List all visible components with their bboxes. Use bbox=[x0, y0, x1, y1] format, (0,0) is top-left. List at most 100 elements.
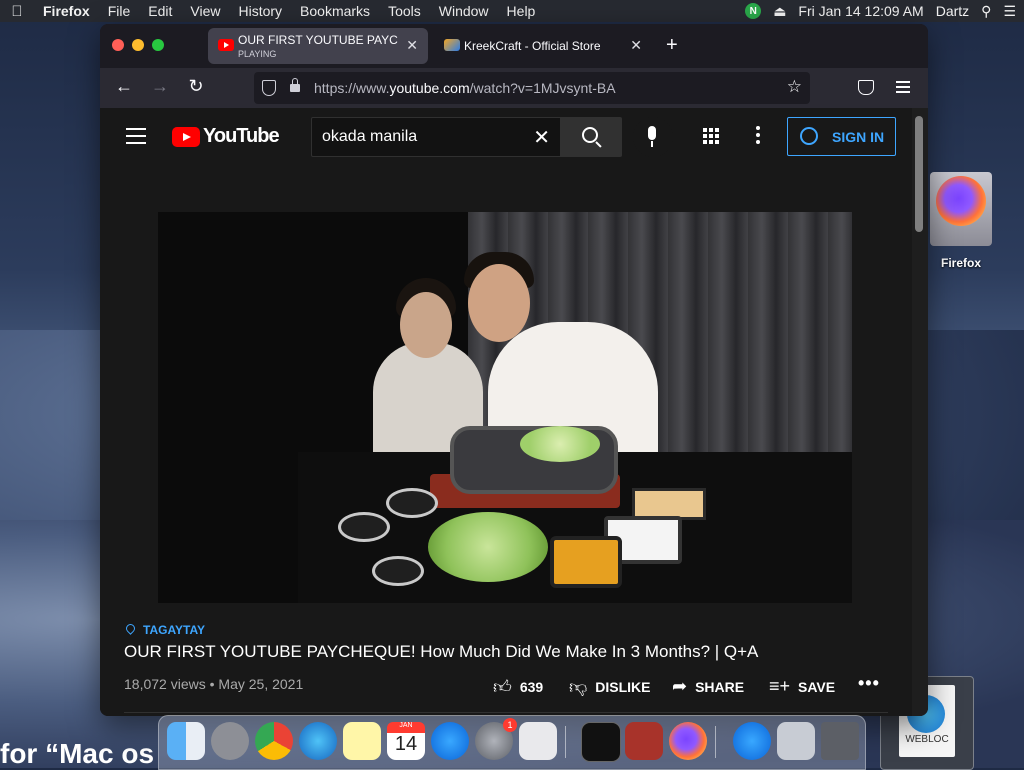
firefox-window: OUR FIRST YOUTUBE PAYCHEQUE! How Much Di… bbox=[100, 24, 928, 716]
lock-icon[interactable] bbox=[290, 78, 300, 92]
search-icon bbox=[582, 127, 598, 143]
youtube-wordmark: YouTube bbox=[203, 125, 280, 147]
more-actions-icon[interactable]: ••• bbox=[858, 673, 880, 694]
thumbs-down-icon: 👎︎ bbox=[569, 677, 588, 697]
minimize-window-button[interactable] bbox=[132, 39, 144, 51]
menu-clock[interactable]: Fri Jan 14 12:09 AM bbox=[798, 3, 923, 19]
thumbs-up-icon: 👍︎ bbox=[493, 677, 512, 697]
disk-icon bbox=[930, 172, 992, 246]
calendar-icon[interactable]: JAN 14 bbox=[387, 722, 425, 760]
tab-title: OUR FIRST YOUTUBE PAYCHEQUE! How Much Di… bbox=[238, 33, 398, 47]
like-button[interactable]: 👍︎ 639 bbox=[493, 676, 543, 698]
share-arrow-icon: ➦ bbox=[672, 676, 688, 696]
video-player[interactable] bbox=[158, 212, 852, 603]
menu-tools[interactable]: Tools bbox=[379, 3, 430, 19]
close-tab-icon[interactable]: ✕ bbox=[406, 37, 418, 54]
notes-icon[interactable] bbox=[343, 722, 381, 760]
video-head-left bbox=[400, 292, 452, 358]
menu-bar-status: N ⏏ Fri Jan 14 12:09 AM Dartz ⚲ ☰ bbox=[745, 0, 1016, 22]
search-input[interactable]: okada manila ✕ bbox=[311, 117, 561, 157]
tab-kreekcraft[interactable]: KreekCraft - Official Store ✕ bbox=[434, 28, 652, 64]
navigation-toolbar: ← → ↻ https://www.youtube.com/watch?v=1M… bbox=[100, 68, 928, 108]
video-lettuce bbox=[428, 512, 548, 582]
clear-search-icon[interactable]: ✕ bbox=[533, 125, 550, 150]
chrome-icon[interactable] bbox=[255, 722, 293, 760]
youtube-logo[interactable]: YouTube bbox=[172, 125, 280, 148]
save-button[interactable]: ≡+ SAVE bbox=[769, 676, 835, 697]
app-store-download-icon[interactable] bbox=[733, 722, 771, 760]
menu-history[interactable]: History bbox=[229, 3, 291, 19]
video-bowl bbox=[372, 556, 424, 586]
n-status-icon[interactable]: N bbox=[745, 3, 762, 19]
downloads-folder-icon[interactable] bbox=[777, 722, 815, 760]
menu-user[interactable]: Dartz bbox=[936, 3, 969, 19]
back-arrow-icon[interactable]: ← bbox=[112, 76, 136, 97]
terminal-icon[interactable] bbox=[581, 722, 621, 762]
reload-icon[interactable]: ↻ bbox=[184, 76, 208, 97]
search-query: okada manila bbox=[322, 128, 418, 145]
url-bar[interactable]: https://www.youtube.com/watch?v=1MJvsynt… bbox=[254, 72, 810, 104]
spotlight-search-icon[interactable]: ⚲ bbox=[981, 3, 991, 20]
kreekcraft-favicon-icon bbox=[444, 39, 460, 51]
url-domain: youtube.com bbox=[389, 80, 470, 96]
search-button[interactable] bbox=[560, 117, 622, 157]
launchpad-icon[interactable] bbox=[211, 722, 249, 760]
app-menu-icon[interactable] bbox=[896, 81, 910, 96]
save-label: SAVE bbox=[798, 678, 836, 695]
pocket-icon[interactable] bbox=[858, 80, 874, 95]
video-title: OUR FIRST YOUTUBE PAYCHEQUE! How Much Di… bbox=[124, 642, 759, 661]
sign-in-button[interactable]: SIGN IN bbox=[787, 117, 896, 156]
sign-in-label: SIGN IN bbox=[832, 129, 885, 145]
safari-icon[interactable] bbox=[299, 722, 337, 760]
app-store-icon[interactable] bbox=[431, 722, 469, 760]
control-center-icon[interactable]: ☰ bbox=[1003, 3, 1016, 20]
menu-view[interactable]: View bbox=[181, 3, 229, 19]
roblox-icon[interactable] bbox=[519, 722, 557, 760]
finder-icon[interactable] bbox=[167, 722, 205, 760]
menu-bar:  Firefox File Edit View History Bookmar… bbox=[0, 0, 1024, 22]
close-tab-icon[interactable]: ✕ bbox=[630, 37, 642, 54]
url-text[interactable]: https://www.youtube.com/watch?v=1MJvsynt… bbox=[314, 80, 616, 96]
menu-help[interactable]: Help bbox=[498, 3, 545, 19]
menu-window[interactable]: Window bbox=[430, 3, 498, 19]
calendar-day: 14 bbox=[394, 733, 418, 755]
url-prefix: https://www. bbox=[314, 80, 390, 96]
firefox-logo-icon bbox=[936, 176, 986, 226]
settings-more-icon[interactable] bbox=[756, 126, 760, 147]
menu-bookmarks[interactable]: Bookmarks bbox=[291, 3, 379, 19]
firefox-dock-icon[interactable] bbox=[669, 722, 707, 760]
photo-booth-icon[interactable] bbox=[625, 722, 663, 760]
apple-menu-icon[interactable]:  bbox=[0, 3, 34, 20]
tab-youtube[interactable]: OUR FIRST YOUTUBE PAYCHEQUE! How Much Di… bbox=[208, 28, 428, 64]
divider bbox=[124, 712, 888, 713]
menu-file[interactable]: File bbox=[99, 3, 140, 19]
close-window-button[interactable] bbox=[112, 39, 124, 51]
system-preferences-icon[interactable]: 1 bbox=[475, 718, 517, 760]
menu-firefox[interactable]: Firefox bbox=[34, 3, 99, 19]
bookmark-star-icon[interactable]: ☆ bbox=[787, 77, 802, 97]
upload-date: May 25, 2021 bbox=[218, 676, 304, 692]
forward-arrow-icon[interactable]: → bbox=[148, 76, 172, 97]
video-soup bbox=[550, 536, 622, 588]
youtube-header: YouTube okada manila ✕ SIGN IN bbox=[100, 108, 912, 164]
guide-menu-icon[interactable] bbox=[126, 128, 146, 149]
dock-separator bbox=[715, 726, 716, 758]
apps-grid-icon[interactable] bbox=[703, 128, 719, 144]
zoom-window-button[interactable] bbox=[152, 39, 164, 51]
tab-title: KreekCraft - Official Store bbox=[464, 39, 601, 53]
new-tab-button[interactable]: + bbox=[666, 34, 678, 57]
location-tag[interactable]: TAGAYTAY bbox=[124, 622, 205, 637]
dock: JAN 14 1 bbox=[158, 715, 866, 770]
share-button[interactable]: ➦ SHARE bbox=[672, 676, 744, 697]
menu-edit[interactable]: Edit bbox=[139, 3, 181, 19]
desktop-icon-label: Firefox bbox=[940, 256, 981, 270]
eject-icon[interactable]: ⏏ bbox=[773, 3, 786, 20]
voice-search-button[interactable] bbox=[633, 117, 673, 157]
video-greens bbox=[520, 426, 600, 462]
dislike-button[interactable]: 👎︎ DISLIKE bbox=[569, 676, 651, 698]
desktop-firefox-volume[interactable]: Firefox bbox=[926, 172, 996, 282]
tracking-protection-shield-icon[interactable] bbox=[262, 80, 276, 96]
tab-playing-label: PLAYING bbox=[238, 49, 277, 59]
scrollbar-thumb[interactable] bbox=[915, 116, 923, 232]
trash-icon[interactable] bbox=[821, 722, 859, 760]
